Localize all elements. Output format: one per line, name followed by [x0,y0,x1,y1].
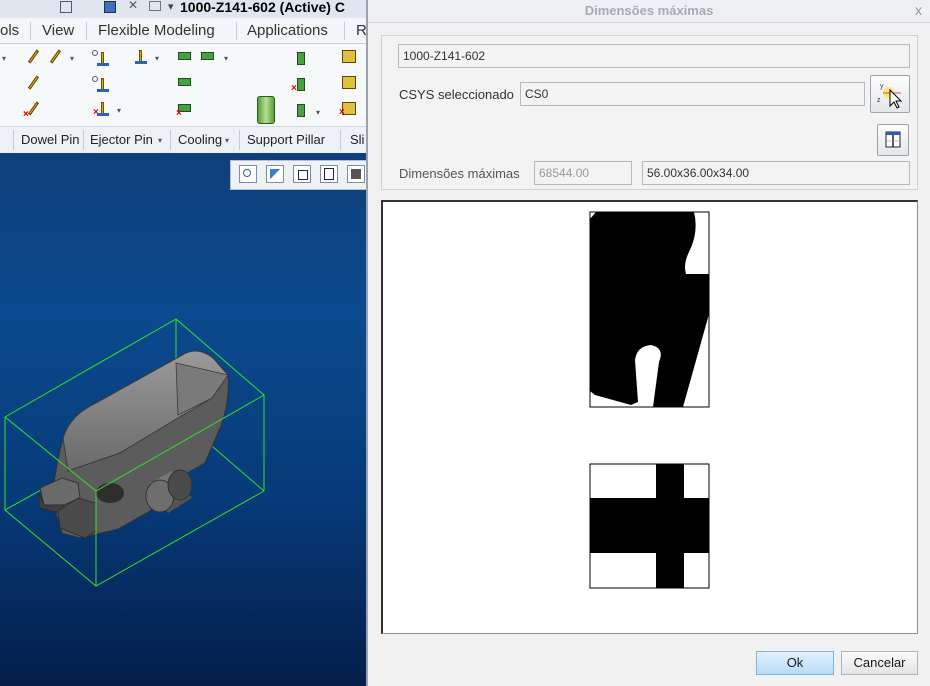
ejector-pin-icon[interactable] [92,50,110,66]
cooling-delete-icon[interactable]: × [176,102,192,119]
chevron-down-icon[interactable]: ▾ [225,136,229,145]
ejector-pin-icon[interactable] [92,76,110,92]
chevron-down-icon[interactable]: ▾ [70,54,74,63]
dialog-top-group: 1000-Z141-602 CSYS seleccionado CS0 y z … [381,35,918,190]
cooling-icon[interactable] [201,50,215,64]
tab-applications[interactable]: Applications [247,22,328,39]
quick-access-icon[interactable] [60,1,74,15]
pin-edit-icon[interactable] [48,49,62,64]
chevron-down-icon[interactable]: ▾ [224,54,228,63]
chevron-down-icon[interactable]: ▾ [2,54,6,63]
chevron-down-icon[interactable]: ▾ [155,54,159,63]
cancel-button[interactable]: Cancelar [841,651,918,675]
projection-preview [381,200,918,634]
group-slider[interactable]: Sli [350,132,364,147]
tab-view[interactable]: View [42,22,74,39]
model-viewport[interactable] [0,153,366,686]
max-volume-field[interactable]: 68544.00 [534,161,632,185]
group-dowel-pin[interactable]: Dowel Pin [21,132,80,147]
support-pillar-icon[interactable] [294,104,308,118]
menu-bar: ols View Flexible Modeling Applications … [0,18,366,44]
svg-text:y: y [880,83,884,90]
chevron-down-icon[interactable]: ▾ [117,106,121,115]
group-ejector-pin[interactable]: Ejector Pin [90,132,153,147]
view-cube-icon[interactable] [293,165,311,183]
pin-edit-icon[interactable] [26,75,40,90]
csys-select-icon: y z [877,83,903,109]
max-dimensions-dialog: Dimensões máximas x 1000-Z141-602 CSYS s… [366,0,930,686]
refit-icon[interactable] [266,165,284,183]
copy-dimensions-button[interactable] [877,124,909,156]
display-style-icon[interactable] [347,165,365,183]
saved-views-icon[interactable] [320,165,338,183]
svg-text:z: z [877,97,881,104]
max-dimensions-field[interactable]: 56.00x36.00x34.00 [642,161,910,185]
chevron-down-icon[interactable]: ▾ [168,0,174,13]
chevron-down-icon[interactable]: ▾ [158,136,162,145]
ejector-pin-icon[interactable] [134,50,148,64]
dialog-title: Dimensões máximas [584,3,714,18]
group-cooling[interactable]: Cooling [178,132,222,147]
part-name-field[interactable]: 1000-Z141-602 [398,44,910,68]
app-titlebar: ✕ ▾ 1000-Z141-602 (Active) C [0,0,366,18]
tab-flexible-modeling[interactable]: Flexible Modeling [98,22,215,39]
slider-delete-icon[interactable]: × [339,102,356,118]
window-title: 1000-Z141-602 (Active) C [180,0,345,15]
projection-top-view [589,211,710,408]
ribbon: ▾ ▾ × ▾ × ▾ ▾ × definir × ▾ × [0,44,366,149]
slider-icon[interactable] [342,50,356,64]
select-csys-button[interactable]: y z [870,75,910,113]
csys-label: CSYS seleccionado [399,87,514,102]
view-toolbar [230,160,366,190]
zoom-icon[interactable] [239,165,257,183]
slider-icon[interactable] [342,76,356,90]
support-pillar-icon [257,96,275,124]
pin-edit-icon[interactable] [26,49,40,64]
dialog-titlebar: Dimensões máximas x [368,0,930,23]
cad-application: ✕ ▾ 1000-Z141-602 (Active) C ols View Fl… [0,0,366,686]
support-pillar-delete-icon[interactable]: × [291,78,308,94]
ejector-pin-delete-icon[interactable]: × [93,102,110,118]
pin-delete-icon[interactable]: × [23,101,40,120]
ribbon-group-bar: Dowel Pin Ejector Pin ▾ Cooling ▾ Suppor… [0,126,366,155]
projection-front-view [589,463,710,589]
close-window-icon[interactable]: ✕ [128,0,138,12]
group-support-pillar[interactable]: Support Pillar [247,132,325,147]
tab-tools[interactable]: ols [0,22,19,39]
ok-button[interactable]: Ok [756,651,834,675]
max-dimensions-label: Dimensões máximas [399,166,520,181]
csys-field[interactable]: CS0 [520,82,865,106]
chevron-down-icon[interactable]: ▾ [316,108,320,117]
tab-r[interactable]: R [356,22,366,39]
cooling-icon[interactable] [178,50,192,64]
projection-drawing [589,211,710,589]
cooling-icon[interactable] [178,76,192,90]
support-pillar-icon[interactable] [294,52,308,66]
close-icon[interactable]: x [915,2,922,18]
window-icon[interactable] [149,1,161,11]
part-model-3d [4,318,265,587]
save-icon[interactable] [104,1,118,15]
table-icon [885,131,901,148]
